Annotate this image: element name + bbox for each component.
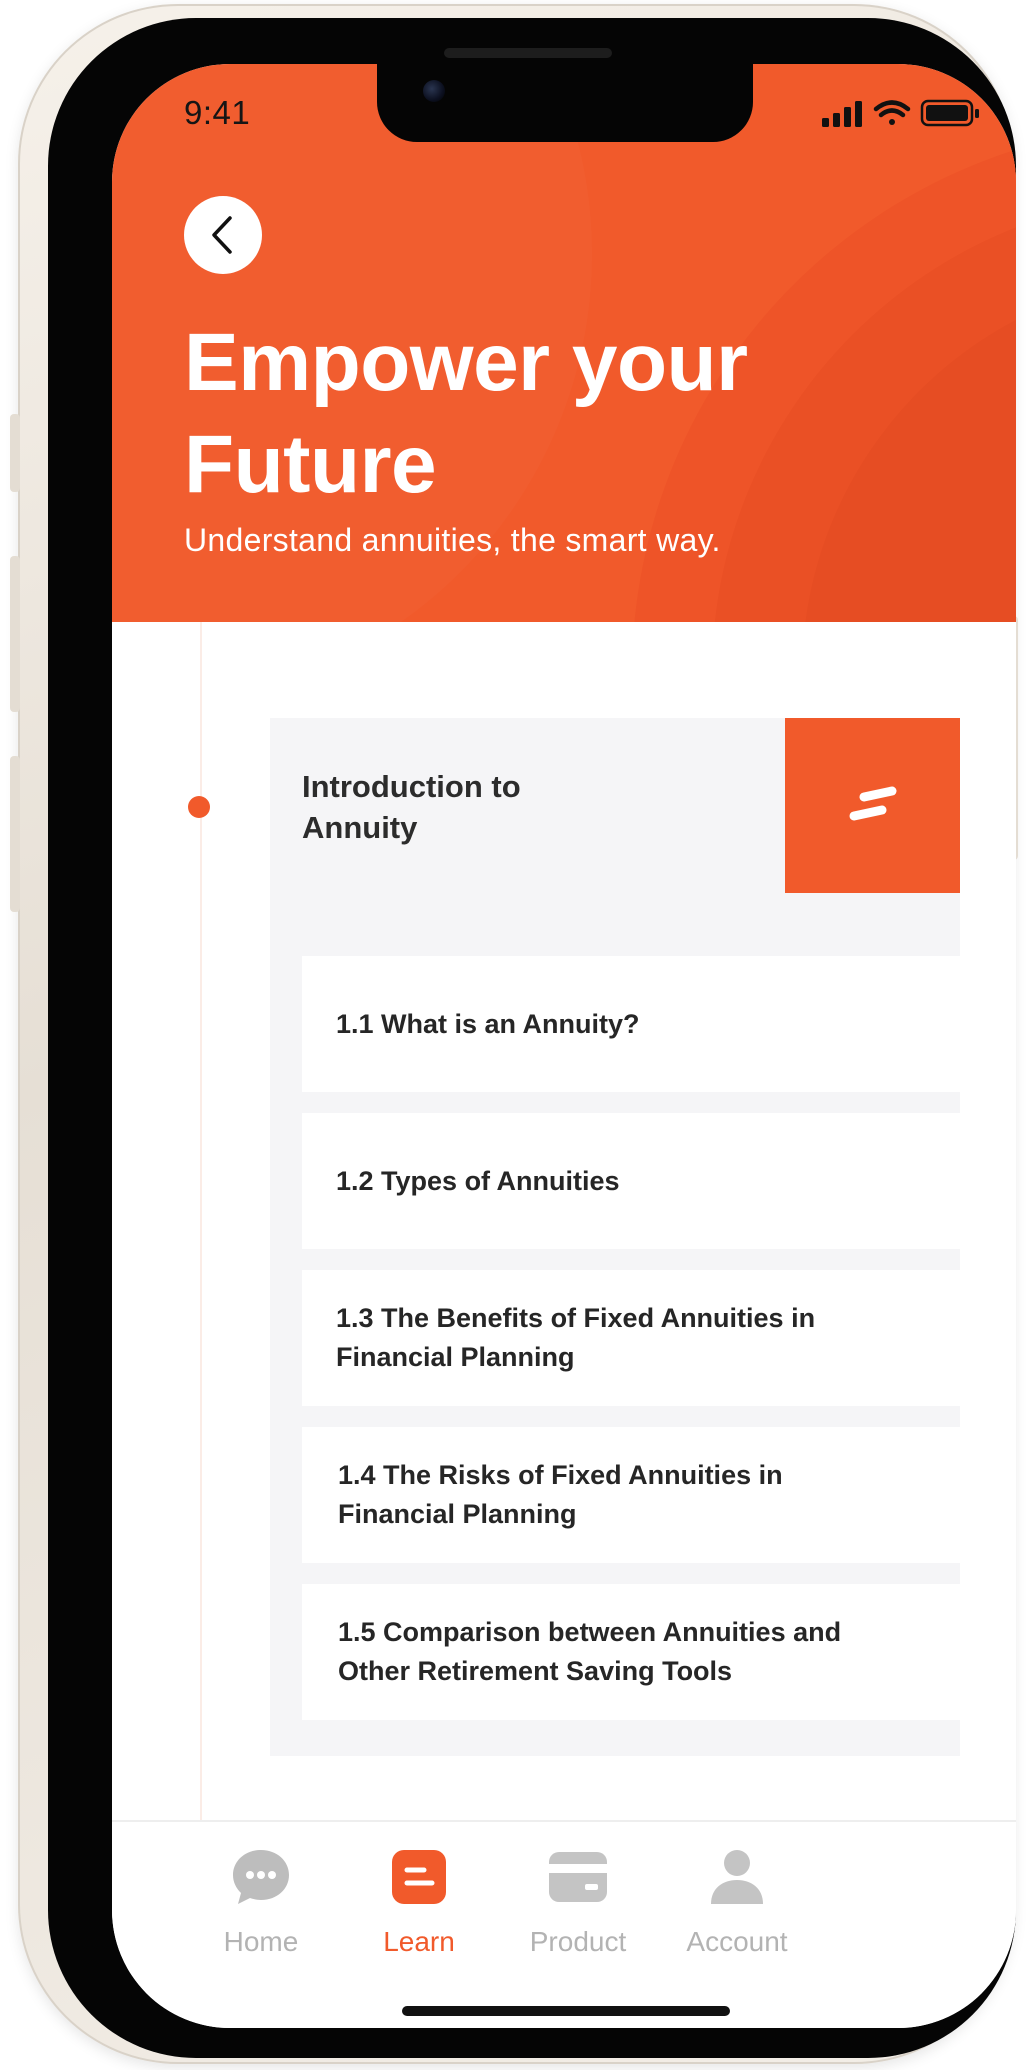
volume-down-button <box>10 756 20 912</box>
person-icon <box>706 1846 768 1908</box>
tab-home[interactable]: Home <box>181 1822 341 1972</box>
silent-switch <box>10 414 20 492</box>
front-camera <box>423 80 445 102</box>
lesson-title: 1.3 The Benefits of Fixed Annuities in F… <box>336 1299 815 1377</box>
tab-label: Account <box>686 1926 788 1957</box>
phone-bezel: 9:41 Empower your Future Understand annu… <box>48 18 1016 2058</box>
lesson-title-line: Financial Planning <box>336 1342 575 1372</box>
lesson-title-line: Financial Planning <box>338 1499 577 1529</box>
lesson-title: 1.5 Comparison between Annuities and Oth… <box>338 1613 841 1691</box>
lesson-item[interactable]: 1.1 What is an Annuity? <box>302 956 960 1092</box>
status-time: 9:41 <box>184 94 251 131</box>
hero-header: 9:41 Empower your Future Understand annu… <box>112 64 1016 622</box>
lesson-item[interactable]: 1.4 The Risks of Fixed Annuities in Fina… <box>302 1427 960 1563</box>
page-title: Empower your Future <box>184 312 964 516</box>
lesson-title: 1.2 Types of Annuities <box>336 1162 620 1201</box>
lesson-title-line: 1.4 The Risks of Fixed Annuities in <box>338 1460 783 1490</box>
title-line: Future <box>184 419 437 510</box>
timeline-dot <box>188 796 210 818</box>
lesson-item[interactable]: 1.2 Types of Annuities <box>302 1113 960 1249</box>
lesson-title: 1.1 What is an Annuity? <box>336 1005 640 1044</box>
speaker-grille <box>444 48 612 58</box>
module-title-line: Annuity <box>302 810 418 845</box>
wifi-icon <box>873 100 911 125</box>
module-title-line: Introduction to <box>302 769 521 804</box>
lesson-item[interactable]: 1.5 Comparison between Annuities and Oth… <box>302 1584 960 1720</box>
module-card[interactable]: Introduction to Annuity 1.1 What is an A… <box>270 718 960 1756</box>
status-icons <box>822 99 979 127</box>
tab-label: Product <box>529 1926 627 1957</box>
phone-frame: 9:41 Empower your Future Understand annu… <box>10 4 1018 2064</box>
module-badge <box>785 718 960 893</box>
learn-icon <box>388 1846 450 1908</box>
tab-product[interactable]: Product <box>498 1822 658 1972</box>
chevron-left-icon <box>212 216 232 254</box>
lesson-title-line: 1.5 Comparison between Annuities and <box>338 1617 842 1647</box>
lesson-title: 1.4 The Risks of Fixed Annuities in Fina… <box>338 1456 783 1534</box>
volume-up-button <box>10 556 20 712</box>
notch <box>377 64 753 142</box>
module-title: Introduction to Annuity <box>302 766 602 848</box>
tab-label: Home <box>223 1926 299 1957</box>
title-line: Empower your <box>184 317 748 408</box>
tab-label: Learn <box>383 1926 455 1957</box>
lesson-title-line: 1.3 The Benefits of Fixed Annuities in <box>336 1303 816 1333</box>
learn-icon <box>849 786 896 820</box>
lesson-title-line: Other Retirement Saving Tools <box>338 1656 733 1686</box>
bottom-tab-bar: Home Learn Product Account <box>112 1820 1016 2028</box>
tab-learn[interactable]: Learn <box>339 1822 499 1972</box>
card-icon <box>547 1846 609 1908</box>
chat-bubble-icon <box>230 1846 292 1908</box>
battery-icon <box>920 99 979 127</box>
app-screen: 9:41 Empower your Future Understand annu… <box>112 64 1016 2028</box>
lesson-title-line: 1.1 What is an Annuity? <box>336 1008 640 1039</box>
lesson-item[interactable]: 1.3 The Benefits of Fixed Annuities in F… <box>302 1270 960 1406</box>
signal-icon <box>822 101 862 127</box>
page-subtitle: Understand annuities, the smart way. <box>184 522 721 558</box>
home-indicator[interactable] <box>402 2006 730 2016</box>
tab-account[interactable]: Account <box>657 1822 817 1972</box>
lesson-title-line: 1.2 Types of Annuities <box>336 1165 620 1196</box>
back-button[interactable] <box>184 196 262 274</box>
